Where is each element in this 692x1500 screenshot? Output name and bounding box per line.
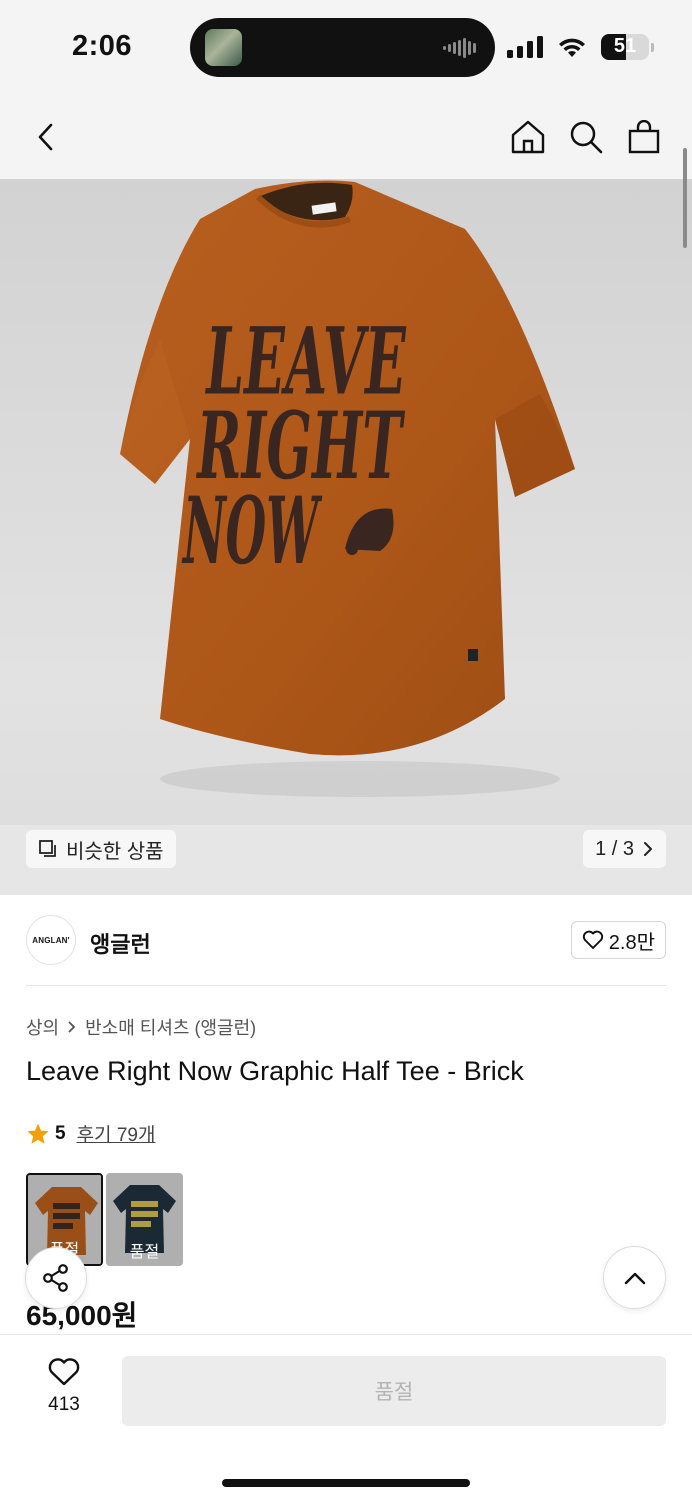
similar-products-label: 비슷한 상품 [66, 840, 164, 863]
soldout-button[interactable]: 품절 [122, 1356, 666, 1426]
heart-icon [582, 930, 603, 949]
battery-tip [651, 42, 654, 52]
wishlist-count: 413 [48, 1394, 80, 1415]
color-swatch-navy[interactable]: 품절 [106, 1173, 183, 1266]
battery-indicator: 51 [601, 34, 649, 60]
product-image-gallery[interactable]: LEAVE RIGHT NOW 비슷한 상품 1 / 3 [0, 179, 692, 895]
brand-logo[interactable]: ANGLAN' [26, 915, 76, 965]
gallery-pager-button[interactable]: 1 / 3 [583, 830, 666, 868]
now-playing-artwork [205, 29, 242, 66]
search-button[interactable] [564, 115, 608, 159]
star-icon [27, 1123, 49, 1144]
brand-name[interactable]: 앵글런 [90, 927, 151, 959]
chevron-left-icon [38, 123, 53, 151]
dynamic-island [190, 18, 495, 77]
rating-score: 5 [55, 1122, 66, 1144]
print-line-3: NOW [177, 476, 324, 585]
brand-row[interactable]: ANGLAN' 앵글런 2.8만 [26, 913, 666, 969]
gallery-pager: 1 / 3 [595, 837, 634, 860]
home-icon [511, 120, 545, 154]
status-time: 2:06 [72, 30, 133, 62]
scrollbar[interactable] [683, 148, 687, 248]
review-count-link[interactable]: 후기 79개 [77, 1120, 156, 1147]
status-icons: 51 [507, 34, 654, 60]
home-indicator [222, 1479, 470, 1487]
cellular-signal-icon [507, 36, 543, 58]
share-icon [43, 1264, 68, 1292]
divider [26, 985, 666, 986]
status-bar: 2:06 51 [0, 0, 692, 95]
product-title: Leave Right Now Graphic Half Tee - Brick [26, 1056, 524, 1086]
soldout-tag: 품절 [129, 1244, 160, 1261]
chevron-up-icon [624, 1272, 645, 1284]
wishlist-button[interactable]: 413 [36, 1357, 92, 1416]
brand-like-count: 2.8만 [608, 931, 655, 954]
breadcrumb-subcategory[interactable]: 반소매 티셔츠 (앵글런) [85, 1014, 256, 1040]
share-button[interactable] [25, 1247, 87, 1309]
scroll-top-button[interactable] [603, 1246, 666, 1309]
rating-summary[interactable]: 5 후기 79개 [26, 1120, 155, 1147]
bottom-action-bar: 413 품절 [0, 1334, 692, 1500]
chevron-right-icon [68, 1021, 76, 1033]
home-button[interactable] [506, 115, 550, 159]
top-nav-bar [0, 95, 692, 179]
cart-button[interactable] [622, 115, 666, 159]
breadcrumb-category[interactable]: 상의 [26, 1014, 59, 1040]
battery-level: 51 [613, 35, 637, 57]
chevron-right-icon [644, 842, 652, 856]
similar-items-icon [39, 840, 56, 857]
brand-like-button[interactable]: 2.8만 [570, 921, 666, 959]
shopping-bag-icon [628, 120, 660, 154]
breadcrumb: 상의 반소매 티셔츠 (앵글런) [26, 1014, 256, 1040]
search-icon [570, 121, 603, 154]
audio-wave-icon [443, 38, 476, 58]
back-button[interactable] [24, 115, 68, 159]
brand-logo-text: ANGLAN' [32, 935, 70, 945]
wifi-icon [559, 38, 585, 57]
similar-products-button[interactable]: 비슷한 상품 [26, 830, 176, 868]
heart-icon [48, 1358, 80, 1386]
product-photo: LEAVE RIGHT NOW [120, 180, 575, 797]
